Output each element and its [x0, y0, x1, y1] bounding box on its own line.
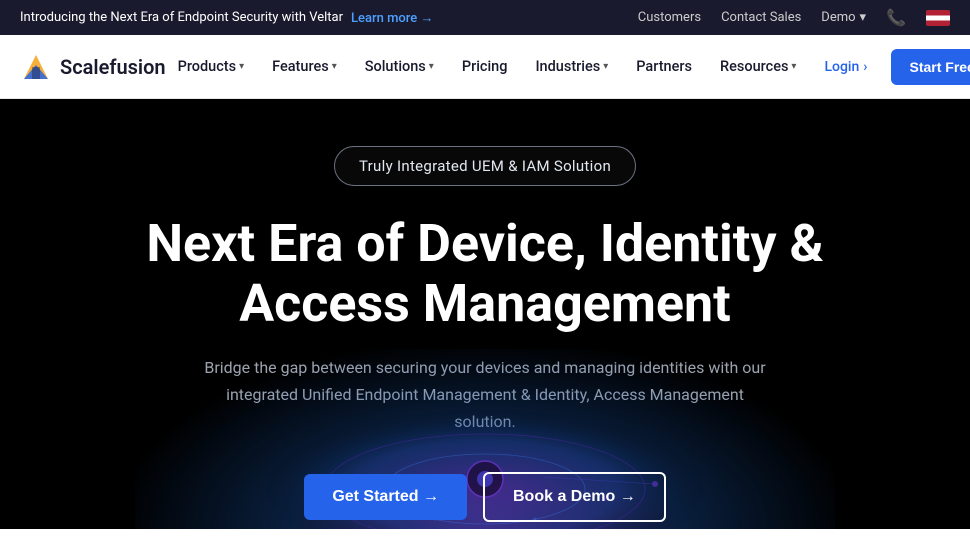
nav-links: Products ▾ Features ▾ Solutions ▾ Pricin… — [166, 50, 809, 83]
logo-icon — [20, 51, 52, 83]
announcement-text: Introducing the Next Era of Endpoint Sec… — [20, 10, 343, 25]
solutions-label: Solutions — [365, 58, 426, 75]
demo-label: Demo — [821, 10, 855, 25]
partners-label: Partners — [636, 58, 692, 75]
login-button[interactable]: Login › — [808, 51, 883, 83]
navbar: Scalefusion Products ▾ Features ▾ Soluti… — [0, 35, 970, 99]
features-label: Features — [272, 58, 329, 75]
phone-icon[interactable]: 📞 — [886, 8, 906, 27]
products-chevron-icon: ▾ — [239, 61, 244, 72]
get-started-button[interactable]: Get Started → — [304, 474, 467, 520]
resources-label: Resources — [720, 58, 788, 75]
resources-chevron-icon: ▾ — [791, 61, 796, 72]
hero-title: Next Era of Device, Identity & Access Ma… — [135, 214, 835, 334]
start-free-button[interactable]: Start Free — [891, 49, 970, 85]
announcement-link[interactable]: Learn more → — [351, 10, 433, 26]
contact-sales-link[interactable]: Contact Sales — [721, 10, 801, 25]
products-label: Products — [178, 58, 237, 75]
hero-cta: Get Started → Book a Demo → — [304, 472, 665, 522]
industries-chevron-icon: ▾ — [603, 61, 608, 72]
book-demo-button[interactable]: Book a Demo → — [483, 472, 666, 522]
hero-badge: Truly Integrated UEM & IAM Solution — [334, 146, 636, 186]
demo-chevron-icon: ▾ — [860, 10, 867, 25]
nav-resources[interactable]: Resources ▾ — [708, 50, 808, 83]
nav-products[interactable]: Products ▾ — [166, 50, 257, 83]
hero-section: Truly Integrated UEM & IAM Solution Next… — [0, 99, 970, 529]
login-arrow-icon: › — [863, 59, 867, 75]
demo-button[interactable]: Demo ▾ — [821, 10, 866, 25]
nav-features[interactable]: Features ▾ — [260, 50, 349, 83]
us-flag-icon — [926, 10, 950, 26]
logo-text: Scalefusion — [60, 55, 166, 79]
features-chevron-icon: ▾ — [332, 61, 337, 72]
solutions-chevron-icon: ▾ — [429, 61, 434, 72]
announcement-right: Customers Contact Sales Demo ▾ 📞 — [638, 8, 950, 27]
nav-solutions[interactable]: Solutions ▾ — [353, 50, 446, 83]
logo[interactable]: Scalefusion — [20, 51, 166, 83]
announcement-left: Introducing the Next Era of Endpoint Sec… — [20, 10, 433, 26]
nav-industries[interactable]: Industries ▾ — [523, 50, 620, 83]
login-label: Login — [824, 59, 859, 75]
nav-partners[interactable]: Partners — [624, 50, 704, 83]
customers-link[interactable]: Customers — [638, 10, 701, 25]
industries-label: Industries — [535, 58, 600, 75]
announcement-bar: Introducing the Next Era of Endpoint Sec… — [0, 0, 970, 35]
nav-pricing[interactable]: Pricing — [450, 50, 520, 83]
nav-right: Login › Start Free — [808, 49, 970, 85]
pricing-label: Pricing — [462, 58, 508, 75]
